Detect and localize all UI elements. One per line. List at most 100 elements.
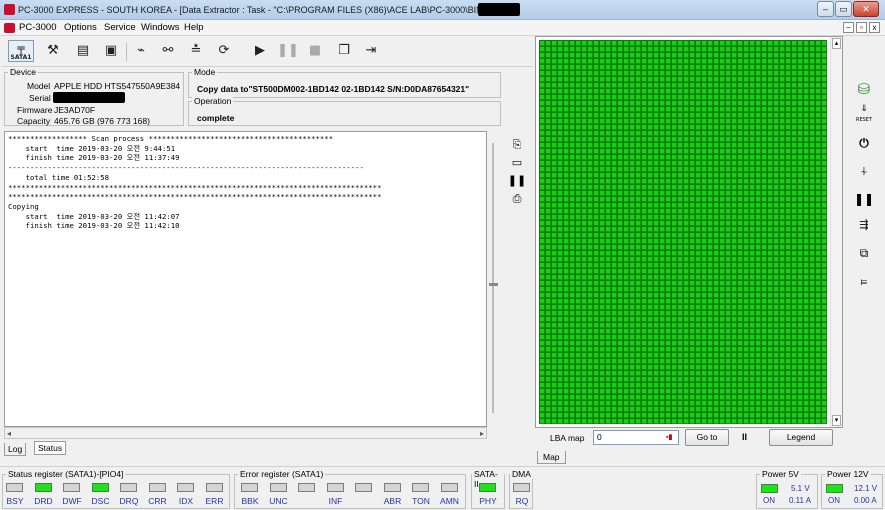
play-icon[interactable]: ▶ — [249, 40, 271, 62]
power-12v-label: Power 12V — [825, 469, 871, 479]
maximize-button[interactable]: ▭ — [835, 1, 852, 17]
lba-block — [744, 143, 749, 148]
drq-led — [120, 483, 137, 492]
lba-block — [726, 395, 731, 400]
lba-block — [678, 137, 683, 142]
menu-service[interactable]: Service — [104, 22, 136, 33]
lba-block — [732, 395, 737, 400]
drive-x-icon[interactable]: ⧉ — [852, 242, 876, 264]
legend-button[interactable]: Legend — [769, 429, 833, 446]
lba-block — [612, 413, 617, 418]
disk-copy-icon[interactable]: ⛁ — [852, 78, 876, 100]
lba-block — [594, 335, 599, 340]
lba-block — [564, 365, 569, 370]
lba-block — [564, 341, 569, 346]
lba-block — [582, 365, 587, 370]
lba-block — [582, 371, 587, 376]
lba-block — [576, 53, 581, 58]
lba-block — [582, 221, 587, 226]
lba-block — [648, 269, 653, 274]
log-vertical-scrollbar[interactable] — [487, 131, 501, 427]
lba-block — [582, 59, 587, 64]
log-horizontal-scrollbar[interactable]: ◂ ▸ — [4, 427, 487, 439]
lba-spin-icon[interactable]: ▪▮ — [666, 433, 675, 441]
lba-block — [684, 131, 689, 136]
lba-block — [552, 329, 557, 334]
lba-block — [696, 77, 701, 82]
lba-block — [708, 251, 713, 256]
map-pause-button[interactable]: II — [742, 432, 747, 442]
power-12v-led[interactable] — [826, 484, 843, 493]
mdi-close-button[interactable]: x — [869, 22, 880, 33]
lba-block — [690, 275, 695, 280]
transfer-icon[interactable]: ⇶ — [852, 214, 876, 236]
connector-icon[interactable]: ⫢ — [852, 270, 876, 292]
reset-drive-icon[interactable]: ⇓ RESET — [852, 104, 876, 126]
lba-block — [768, 293, 773, 298]
save-log-icon[interactable]: ▭ — [507, 153, 527, 173]
lba-block — [606, 107, 611, 112]
menu-options[interactable]: Options — [64, 22, 97, 33]
menu-windows[interactable]: Windows — [141, 22, 180, 33]
mdi-restore-button[interactable]: ▫ — [856, 22, 867, 33]
tab-log[interactable]: Log — [4, 443, 27, 456]
inf-led — [326, 483, 344, 492]
exit-icon[interactable]: ⇥ — [360, 40, 382, 62]
lba-block — [546, 245, 551, 250]
log-panel[interactable]: ****************** Scan process ********… — [4, 131, 487, 427]
lba-block — [612, 269, 617, 274]
lba-block — [546, 119, 551, 124]
copy-log-icon[interactable]: ⎘ — [507, 135, 527, 155]
lba-block — [588, 335, 593, 340]
lba-block — [690, 347, 695, 352]
lba-block — [624, 413, 629, 418]
copy-icon[interactable]: ❐ — [333, 40, 355, 62]
power-5v-led[interactable] — [761, 484, 778, 493]
lba-block — [612, 251, 617, 256]
lba-block — [582, 185, 587, 190]
lba-block — [582, 167, 587, 172]
stop-icon[interactable]: ■ — [304, 40, 326, 62]
pause-all-icon[interactable]: ❚❚ — [852, 188, 876, 210]
lba-block — [744, 41, 749, 46]
lba-block — [810, 233, 815, 238]
pause-log-icon[interactable]: ❚❚ — [507, 171, 527, 191]
app-menu-icon[interactable] — [4, 23, 15, 33]
lba-block — [792, 149, 797, 154]
lba-block — [708, 353, 713, 358]
pin-icon[interactable]: ⍭ — [852, 160, 876, 182]
scanner-icon[interactable]: ▤ — [72, 40, 94, 62]
tab-status[interactable]: Status — [34, 441, 67, 455]
power-icon[interactable]: ⏻ — [852, 132, 876, 154]
pause-icon[interactable]: ❚❚ — [277, 40, 299, 62]
chip-icon[interactable]: ▣ — [100, 40, 122, 62]
minimize-button[interactable]: – — [817, 1, 834, 17]
reset-icon[interactable]: ⟳ — [213, 40, 235, 62]
sata-icon[interactable]: ╤ SATA1 — [8, 40, 34, 62]
lba-block — [756, 179, 761, 184]
tools-icon[interactable]: ⚒ — [42, 40, 64, 62]
lba-map[interactable]: ▴ ▾ — [535, 36, 843, 428]
lba-block — [726, 119, 731, 124]
menu-app[interactable]: PC-3000 — [19, 22, 57, 33]
goto-button[interactable]: Go to — [685, 429, 729, 446]
map-vertical-scrollbar[interactable]: ▴ ▾ — [830, 37, 842, 427]
drive-icon[interactable]: ≛ — [185, 40, 207, 62]
print-log-icon[interactable]: ⎙ — [507, 189, 527, 209]
tab-map[interactable]: Map — [537, 451, 566, 464]
menu-help[interactable]: Help — [184, 22, 204, 33]
lba-block — [792, 329, 797, 334]
close-button[interactable]: ✕ — [853, 1, 879, 17]
lba-block — [642, 209, 647, 214]
lba-block — [774, 341, 779, 346]
binoculars-icon[interactable]: ⚯ — [157, 40, 179, 62]
lba-block — [666, 65, 671, 70]
lba-block — [576, 119, 581, 124]
lba-block — [744, 227, 749, 232]
lba-block — [750, 245, 755, 250]
lba-block — [756, 323, 761, 328]
lba-block — [702, 365, 707, 370]
mdi-minimize-button[interactable]: – — [843, 22, 854, 33]
plug-icon[interactable]: ⌁ — [130, 40, 152, 62]
lba-block — [798, 179, 803, 184]
